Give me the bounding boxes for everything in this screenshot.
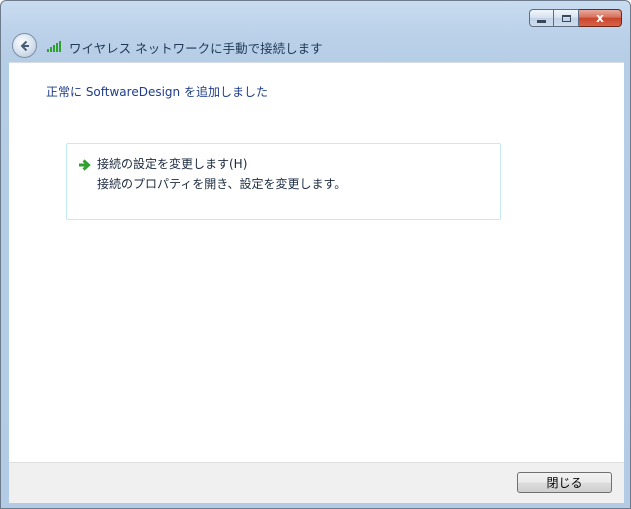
option-description: 接続のプロパティを開き、設定を変更します。 <box>97 177 347 191</box>
close-icon: x <box>596 11 604 25</box>
window-title: ワイヤレス ネットワークに手動で接続します <box>69 41 323 56</box>
caption-buttons: x <box>529 9 622 29</box>
minimize-icon <box>537 19 546 23</box>
minimize-button[interactable] <box>529 9 554 27</box>
wizard-header: ワイヤレス ネットワークに手動で接続します <box>9 31 624 61</box>
button-bar: 閉じる <box>9 462 624 503</box>
content-area: 正常に SoftwareDesign を追加しました 接続の設定を変更します(H… <box>9 62 624 463</box>
title-bar[interactable]: x <box>1 1 630 31</box>
close-window-button[interactable]: x <box>579 9 622 27</box>
maximize-icon <box>561 14 571 22</box>
option-title: 接続の設定を変更します(H) <box>97 157 248 171</box>
maximize-button[interactable] <box>554 9 579 27</box>
wireless-signal-icon <box>47 40 63 52</box>
back-arrow-icon <box>20 40 29 51</box>
back-button[interactable] <box>12 33 37 58</box>
close-button[interactable]: 閉じる <box>517 472 612 493</box>
dialog-window: x ワイヤレス ネットワークに手動で接続します 正常に SoftwareDesi… <box>0 0 631 509</box>
change-connection-settings-link[interactable]: 接続の設定を変更します(H) 接続のプロパティを開き、設定を変更します。 <box>66 143 501 220</box>
green-arrow-icon <box>79 159 91 171</box>
success-message: 正常に SoftwareDesign を追加しました <box>46 85 268 99</box>
